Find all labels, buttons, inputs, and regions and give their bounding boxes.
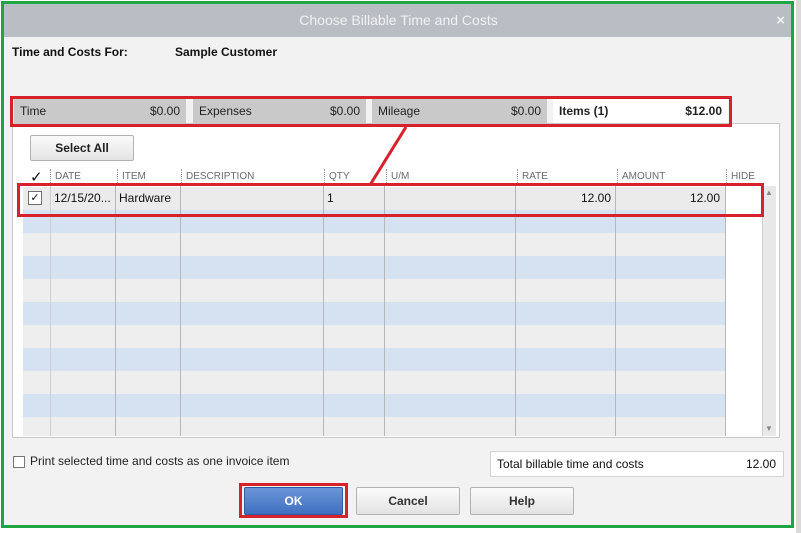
total-billable-box: Total billable time and costs 12.00: [490, 451, 784, 477]
print-one-item-checkbox[interactable]: [13, 456, 25, 468]
total-label: Total billable time and costs: [497, 457, 644, 471]
scroll-up-icon[interactable]: ▲: [765, 188, 773, 197]
background-window-edge: [796, 0, 801, 533]
help-button[interactable]: Help: [470, 487, 574, 515]
empty-row[interactable]: [23, 325, 725, 348]
scroll-down-icon[interactable]: ▼: [765, 424, 773, 433]
annotation-tabs-highlight: [10, 96, 732, 127]
grid-line: [725, 186, 726, 436]
print-one-item-label[interactable]: Print selected time and costs as one inv…: [30, 454, 289, 468]
grid-line: [323, 186, 324, 436]
empty-row[interactable]: [23, 394, 725, 417]
grid-line: [515, 186, 516, 436]
hide-column: [725, 186, 760, 436]
empty-row[interactable]: [23, 348, 725, 371]
empty-row[interactable]: [23, 371, 725, 394]
customer-name: Sample Customer: [175, 45, 278, 59]
dialog-titlebar: Choose Billable Time and Costs ×: [4, 4, 793, 37]
empty-row[interactable]: [23, 417, 725, 436]
annotation-row-highlight: [17, 183, 764, 217]
grid-line: [180, 186, 181, 436]
dialog-title: Choose Billable Time and Costs: [299, 12, 498, 28]
vertical-scrollbar[interactable]: ▲ ▼: [762, 186, 776, 436]
empty-row[interactable]: [23, 302, 725, 325]
close-icon[interactable]: ×: [776, 4, 785, 37]
customer-label: Time and Costs For:: [12, 45, 128, 59]
annotation-ok-highlight: [239, 483, 348, 518]
select-all-button[interactable]: Select All: [30, 135, 134, 161]
grid-line: [384, 186, 385, 436]
grid-line: [615, 186, 616, 436]
empty-row[interactable]: [23, 279, 725, 302]
cancel-button[interactable]: Cancel: [356, 487, 460, 515]
empty-row[interactable]: [23, 256, 725, 279]
grid-line: [50, 186, 51, 436]
total-value: 12.00: [745, 457, 776, 471]
grid-line: [115, 186, 116, 436]
empty-row[interactable]: [23, 233, 725, 256]
